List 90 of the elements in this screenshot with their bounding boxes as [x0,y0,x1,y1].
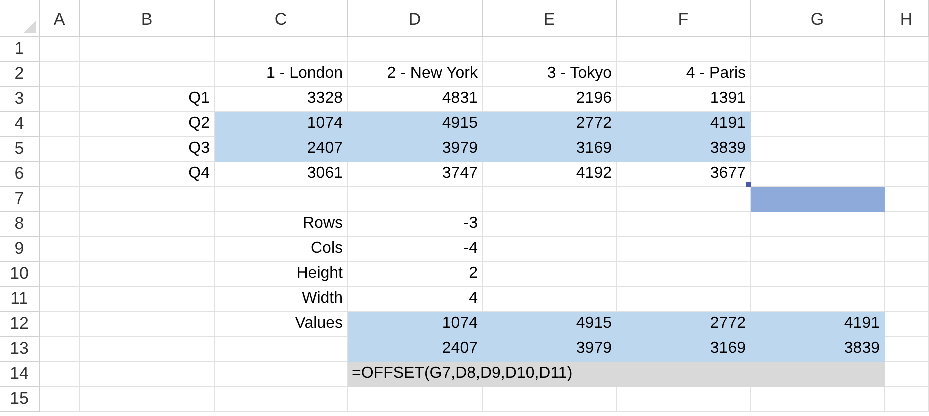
table-cell: 2407 [348,337,483,362]
table-cell: 3979 [348,137,483,162]
column-header[interactable]: D [348,0,483,37]
table-cell: Width [215,287,348,312]
table-cell: 3 - Tokyo [483,62,617,87]
table-cell: 3169 [483,137,617,162]
table-cell: 4191 [751,312,885,337]
table-cell: 3979 [483,337,617,362]
table-cell: 3747 [348,162,483,187]
table-cell [40,312,80,337]
table-cell: -3 [348,212,483,237]
row-header[interactable]: 14 [0,362,40,387]
table-cell: 3677 [617,162,751,187]
row-header[interactable]: 2 [0,62,40,87]
table-cell: 2772 [483,112,617,137]
row-header[interactable]: 9 [0,237,40,262]
table-cell [885,112,929,137]
row-header[interactable]: 7 [0,187,40,212]
row-header[interactable]: 13 [0,337,40,362]
table-cell: 3061 [215,162,348,187]
table-cell [885,387,929,412]
row-header[interactable]: 4 [0,112,40,137]
table-cell [885,237,929,262]
column-header[interactable]: B [80,0,215,37]
table-cell: 2 - New York [348,62,483,87]
table-cell [40,237,80,262]
table-cell [40,362,80,387]
column-header[interactable]: E [483,0,617,37]
corner-triangle-icon [24,21,36,33]
table-cell [885,362,929,387]
table-cell: 2 [348,262,483,287]
table-cell [40,212,80,237]
table-cell: -4 [348,237,483,262]
table-cell [885,37,929,62]
table-cell: 4191 [617,112,751,137]
table-cell: 3839 [751,337,885,362]
table-cell: Cols [215,237,348,262]
table-cell [40,387,80,412]
table-cell: 4915 [483,312,617,337]
table-cell: 1 - London [215,62,348,87]
select-all-corner[interactable] [0,0,40,37]
table-cell: Q1 [80,87,215,112]
row-header[interactable]: 12 [0,312,40,337]
table-cell [885,287,929,312]
table-cell [885,312,929,337]
table-cell [40,187,80,212]
row-header[interactable]: 1 [0,37,40,62]
table-cell: 2407 [215,137,348,162]
table-cell [885,62,929,87]
table-cell: Height [215,262,348,287]
table-cell: 4192 [483,162,617,187]
table-cell [885,137,929,162]
table-cell: 1074 [348,312,483,337]
table-cell [40,37,80,62]
table-cell [40,137,80,162]
row-header[interactable]: 5 [0,137,40,162]
column-header[interactable]: F [617,0,751,37]
table-cell [40,87,80,112]
table-cell [885,162,929,187]
table-cell: 3839 [617,137,751,162]
table-cell [885,337,929,362]
table-cell: 4915 [348,112,483,137]
table-cell [40,287,80,312]
row-header[interactable]: 8 [0,212,40,237]
table-cell [885,87,929,112]
column-header[interactable]: A [40,0,80,37]
table-cell: 3169 [617,337,751,362]
table-cell: 1074 [215,112,348,137]
row-header[interactable]: 11 [0,287,40,312]
table-cell [40,162,80,187]
fill-handle[interactable] [746,182,751,187]
row-header[interactable]: 6 [0,162,40,187]
table-cell [885,187,929,212]
table-cell: Q4 [80,162,215,187]
row-header[interactable]: 15 [0,387,40,412]
table-cell [885,212,929,237]
table-cell: 2772 [617,312,751,337]
column-header[interactable]: H [885,0,929,37]
row-header[interactable]: 10 [0,262,40,287]
table-cell [40,62,80,87]
table-cell [40,112,80,137]
table-cell [885,262,929,287]
table-cell [40,262,80,287]
column-header[interactable]: G [751,0,885,37]
row-header[interactable]: 3 [0,87,40,112]
table-cell: 4 - Paris [617,62,751,87]
column-header[interactable]: C [215,0,348,37]
table-cell [40,337,80,362]
table-cell: Rows [215,212,348,237]
formula-text: =OFFSET(G7,D8,D9,D10,D11) [352,364,573,384]
